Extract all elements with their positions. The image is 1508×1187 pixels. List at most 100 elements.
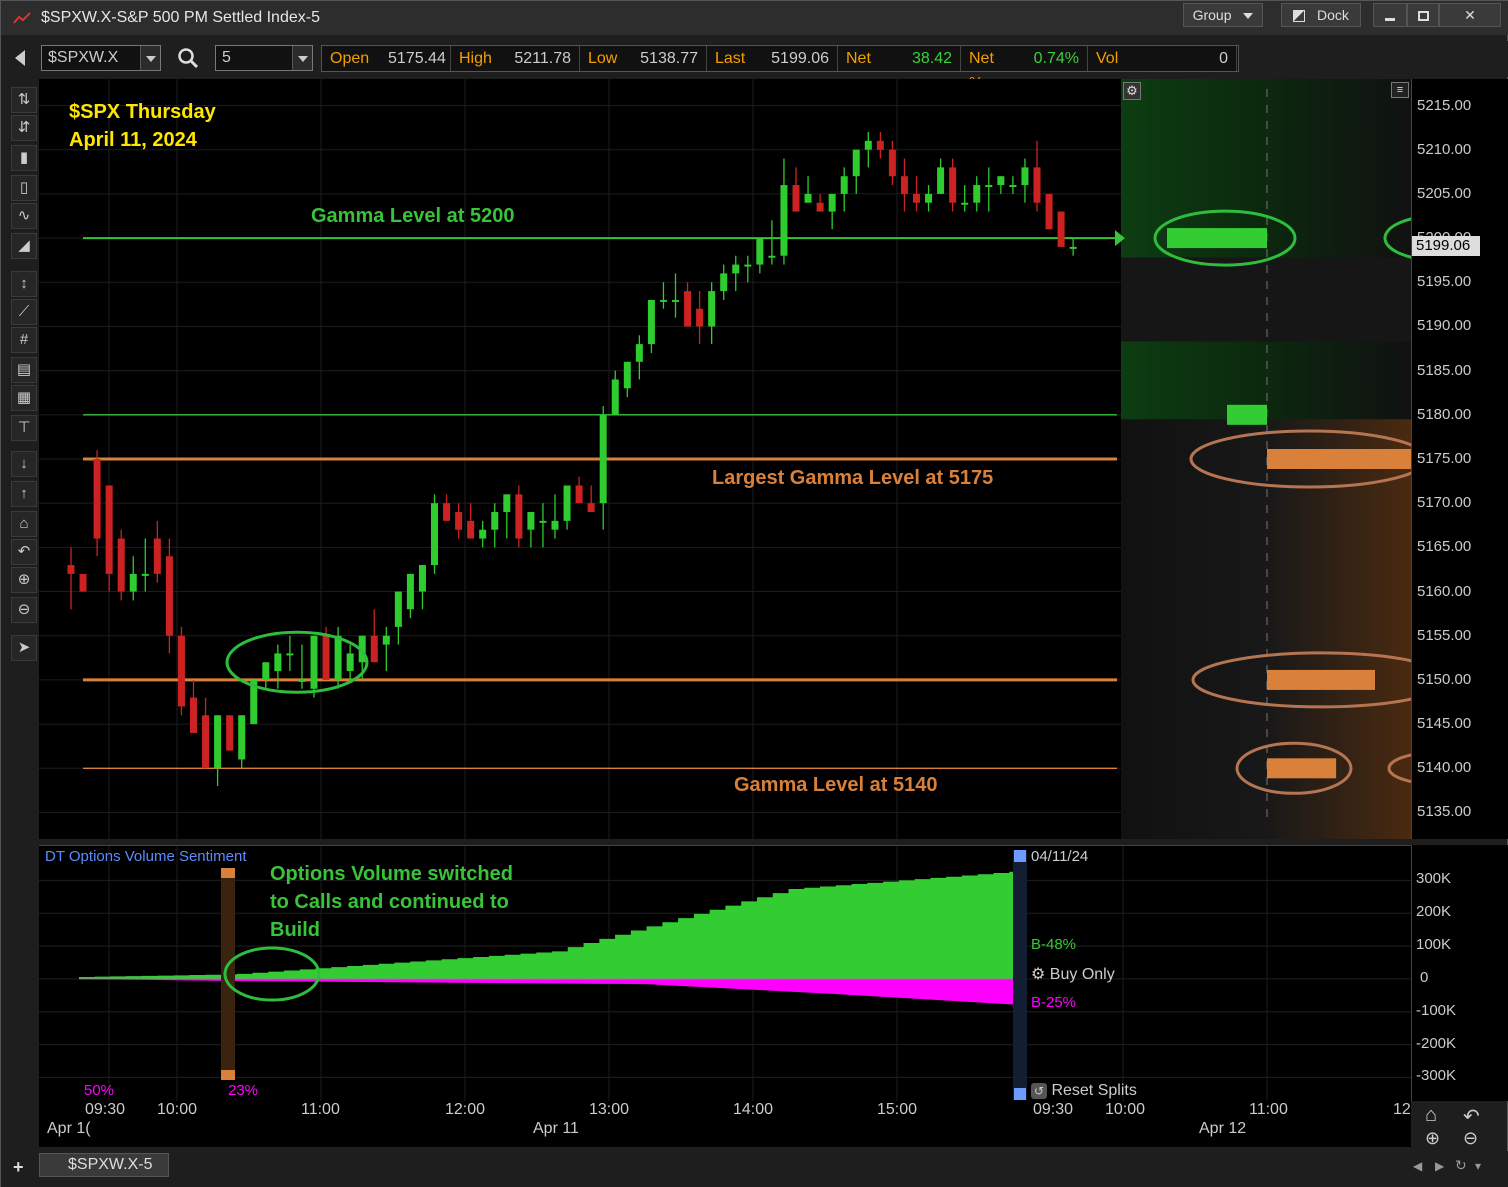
candle-body (744, 264, 752, 267)
gamma-5200-label: Gamma Level at 5200 (311, 205, 515, 227)
line-style-icon[interactable]: ∿ (11, 203, 37, 229)
candle-style-icon[interactable]: ▮ (11, 145, 37, 171)
scroll-left-icon[interactable]: ◀ (1413, 1159, 1422, 1173)
bar-style-icon[interactable]: ▯ (11, 175, 37, 201)
chart-window: $SPXW.X-S&P 500 PM Settled Index-5 Group… (0, 0, 1508, 1187)
zoom-out-icon[interactable]: ⊖ (11, 597, 37, 623)
group-button[interactable]: Group (1183, 3, 1263, 27)
gamma-profile-bar (1267, 669, 1375, 690)
gamma-profile-bar (1267, 449, 1411, 469)
candle-body (467, 520, 475, 539)
add-tab-icon[interactable]: + (13, 1157, 24, 1178)
symbol-input[interactable]: $SPXW.X (41, 45, 161, 71)
dock-button[interactable]: Dock (1281, 3, 1361, 27)
price-tick-label: 5205.00 (1417, 184, 1472, 202)
symbol-value: $SPXW.X (48, 49, 119, 66)
candle-body (370, 635, 378, 663)
grid-small-icon[interactable]: ▦ (11, 385, 37, 411)
refresh-icon[interactable]: ↻ (1455, 1157, 1467, 1174)
grid-icon[interactable]: # (11, 327, 37, 353)
candle-body (985, 185, 993, 188)
price-chart[interactable]: $SPX Thursday April 11, 2024 Gamma Level… (39, 79, 1491, 839)
close-button[interactable]: ✕ (1439, 3, 1501, 27)
candle-body (925, 193, 933, 203)
candle-body (214, 715, 222, 769)
minimize-icon (1385, 17, 1395, 21)
last-price-marker: 5199.06 (1412, 236, 1480, 257)
time-tick-label: 14:00 (733, 1101, 774, 1118)
candle-body (1033, 167, 1041, 203)
home-icon[interactable]: ⌂ (1425, 1104, 1437, 1127)
date-tick-label: Apr 12 (1199, 1120, 1247, 1137)
price-tick-label: 5185.00 (1417, 361, 1472, 379)
quote-value: 5138.77 (640, 50, 698, 67)
candle-body (684, 291, 692, 327)
level-icon[interactable]: ⊤ (11, 415, 37, 441)
largest-gamma-label: Largest Gamma Level at 5175 (712, 467, 994, 489)
time-tick-label: 10:00 (157, 1101, 198, 1118)
end-marker-bottom (1014, 1088, 1026, 1100)
undo-icon[interactable]: ↶ (11, 539, 37, 565)
candle-body (876, 140, 884, 150)
candle-body (129, 573, 137, 592)
price-tick-label: 5210.00 (1417, 140, 1472, 158)
tab-chart[interactable]: $SPXW.X-5 (39, 1153, 169, 1177)
candle-body (647, 299, 655, 345)
time-axis[interactable]: 09:30 10:00 11:00 12:00 13:00 14:00 15:00 09:30… (39, 1101, 1411, 1147)
chart-title-line2: April 11, 2024 (69, 129, 197, 151)
area-style-icon[interactable]: ◢ (11, 233, 37, 259)
cursor-lines-icon[interactable]: ⇵ (11, 115, 37, 141)
interval-input[interactable]: 5 (215, 45, 313, 71)
scroll-right-icon[interactable]: ▶ (1435, 1159, 1444, 1173)
zoom-out-icon[interactable]: ⊖ (1463, 1128, 1478, 1149)
left-split-percent: 50% (84, 1082, 115, 1099)
candle-body (551, 520, 559, 530)
candle-body (527, 512, 535, 530)
candle-body (816, 202, 824, 212)
menu-icon[interactable]: ≡ (1391, 82, 1409, 98)
maximize-icon (1417, 11, 1429, 22)
price-axis[interactable]: 5215.005210.005205.005200.005195.005190.… (1411, 79, 1508, 839)
interval-dropdown-icon[interactable] (292, 46, 312, 70)
zoom-in-icon[interactable]: ⊕ (1425, 1128, 1440, 1149)
gear-icon[interactable]: ⚙ (1123, 82, 1141, 100)
candle-body (720, 273, 728, 292)
arrow-down-icon[interactable]: ↓ (11, 451, 37, 477)
options-sentiment-panel[interactable]: DT Options Volume Sentiment Options Volu… (39, 845, 1411, 1102)
pointer-icon[interactable]: ➤ (11, 635, 37, 661)
price-tick-label: 5165.00 (1417, 538, 1472, 556)
search-icon[interactable] (177, 47, 199, 69)
zoom-in-icon[interactable]: ⊕ (11, 567, 37, 593)
price-chart-svg (39, 79, 1491, 839)
reset-icon: ↺ (1031, 1083, 1047, 1099)
minimize-button[interactable] (1373, 3, 1407, 27)
candle-body (479, 529, 487, 539)
fit-icon[interactable]: ↕ (11, 271, 37, 297)
reset-splits-button[interactable]: ↺ Reset Splits (1031, 1082, 1137, 1100)
gamma-profile-bar (1227, 404, 1267, 425)
time-tick-label: 12 (1393, 1101, 1411, 1118)
candle-body (623, 361, 631, 389)
time-tick-label: 15:00 (877, 1101, 918, 1118)
table-icon[interactable]: ▤ (11, 357, 37, 383)
candle-body (900, 176, 908, 194)
tab-menu-icon[interactable]: ▾ (1475, 1159, 1481, 1173)
maximize-button[interactable] (1407, 3, 1439, 27)
highlight-ellipse (225, 630, 369, 694)
quote-value: 0 (1219, 50, 1228, 67)
trendline-icon[interactable]: ⟋ (11, 299, 37, 325)
candle-body (864, 140, 872, 150)
buy-only-toggle[interactable]: ⚙ Buy Only (1031, 964, 1115, 984)
title-bar: $SPXW.X-S&P 500 PM Settled Index-5 Group… (1, 1, 1508, 35)
undo-icon[interactable]: ↶ (1463, 1104, 1480, 1129)
candle-body (406, 573, 414, 610)
time-tick-label: 09:30 (85, 1101, 126, 1118)
home-icon[interactable]: ⌂ (11, 511, 37, 537)
gamma-5140-label: Gamma Level at 5140 (734, 774, 938, 796)
price-tick-label: 5175.00 (1417, 450, 1472, 467)
symbol-dropdown-icon[interactable] (140, 46, 160, 70)
collapse-arrow-icon[interactable] (15, 50, 25, 66)
crosshair-icon[interactable]: ⇅ (11, 87, 37, 113)
quote-value: 0.74% (1033, 50, 1079, 67)
arrow-up-icon[interactable]: ↑ (11, 481, 37, 507)
